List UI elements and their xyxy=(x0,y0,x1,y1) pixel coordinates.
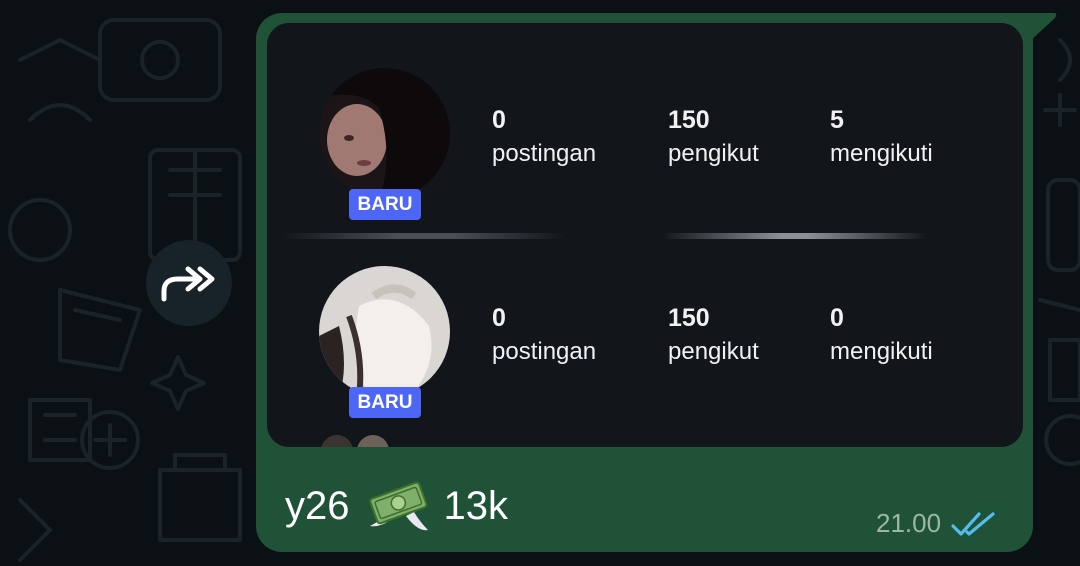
caption-price: 13k xyxy=(443,484,509,528)
followers-label: pengikut xyxy=(668,338,759,365)
profile-card: BARU 0 postingan 150 pengikut 5 mengikut… xyxy=(267,68,1023,238)
new-badge: BARU xyxy=(349,189,421,220)
message-meta: 21.00 xyxy=(876,508,997,539)
following-stat: 0 mengikuti xyxy=(830,304,933,368)
following-label: mengikuti xyxy=(830,338,933,365)
forwarded-image[interactable]: BARU 0 postingan 150 pengikut 5 mengikut… xyxy=(267,23,1023,447)
new-badge: BARU xyxy=(349,387,421,418)
following-count: 5 xyxy=(830,106,844,134)
followers-stat: 150 pengikut xyxy=(668,106,759,170)
posts-count: 0 xyxy=(492,304,506,332)
posts-stat: 0 postingan xyxy=(492,304,596,368)
posts-label: postingan xyxy=(492,338,597,365)
posts-stat: 0 postingan xyxy=(492,106,596,170)
followers-count: 150 xyxy=(668,304,710,332)
message-caption: y26 13k xyxy=(285,478,508,534)
divider xyxy=(662,233,927,239)
money-with-wings-icon xyxy=(368,481,428,531)
following-stat: 5 mengikuti xyxy=(830,106,933,170)
posts-count: 0 xyxy=(492,106,506,134)
following-label: mengikuti xyxy=(830,140,933,167)
followers-stat: 150 pengikut xyxy=(668,304,759,368)
next-avatar-peek xyxy=(321,435,389,447)
posts-label: postingan xyxy=(492,140,597,167)
divider xyxy=(282,233,567,239)
followers-label: pengikut xyxy=(668,140,759,167)
forward-double-arrow-icon xyxy=(161,266,215,302)
forward-button[interactable] xyxy=(146,240,232,326)
caption-text: y26 xyxy=(285,484,350,528)
profile-card: BARU 0 postingan 150 pengikut 0 mengikut… xyxy=(267,266,1023,436)
avatar xyxy=(319,266,450,397)
followers-count: 150 xyxy=(668,106,710,134)
double-check-read-icon xyxy=(951,511,995,536)
message-time: 21.00 xyxy=(876,508,942,538)
bubble-tail xyxy=(1020,13,1057,41)
following-count: 0 xyxy=(830,304,844,332)
avatar xyxy=(319,68,450,199)
